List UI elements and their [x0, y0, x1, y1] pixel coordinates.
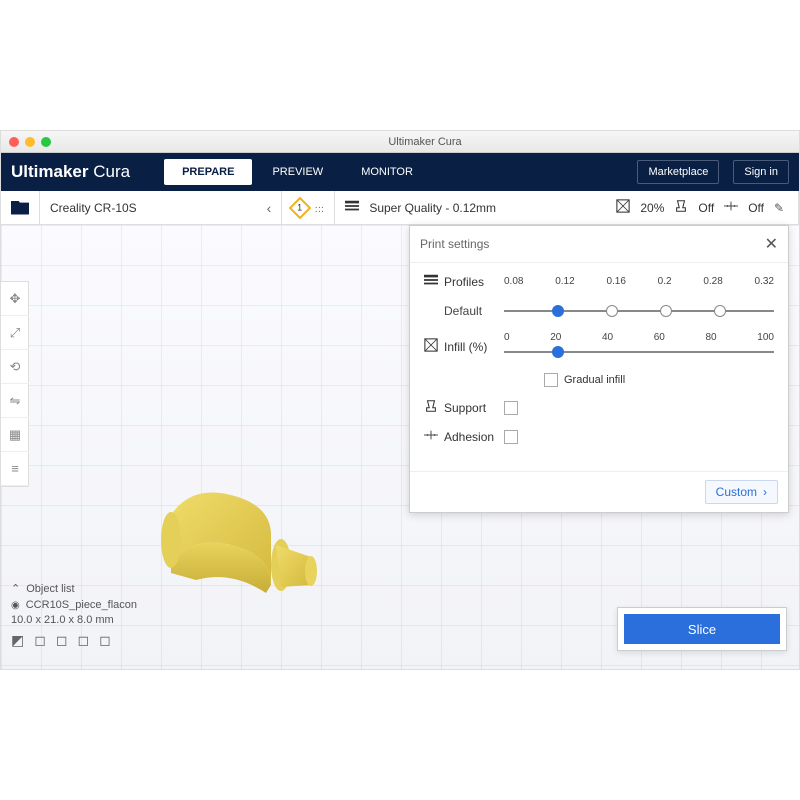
view-top-icon[interactable]: ◻ — [56, 632, 68, 649]
view-front-icon[interactable]: ◻ — [34, 632, 46, 649]
infill-icon — [424, 338, 438, 355]
object-item[interactable]: CCR10S_piece_flacon — [26, 599, 137, 611]
close-window-icon[interactable] — [9, 137, 19, 147]
printer-name: Creality CR-10S — [50, 201, 137, 215]
slice-panel: Slice — [617, 607, 787, 651]
printer-selector[interactable]: Creality CR-10S ‹ — [40, 191, 282, 224]
titlebar: Ultimaker Cura — [1, 131, 799, 153]
infill-slider[interactable] — [504, 343, 774, 361]
support-label: Support — [444, 401, 486, 415]
infill-ticks: 020406080100 — [504, 332, 774, 343]
scale-tool[interactable]: ⤢ — [1, 316, 29, 350]
toolbar: Creality CR-10S ‹ 1 …… Super Quality - 0… — [1, 191, 799, 225]
model-preview[interactable] — [141, 475, 341, 615]
view-orientation-buttons: ◩ ◻ ◻ ◻ ◻ — [11, 632, 137, 649]
move-tool[interactable]: ✥ — [1, 282, 29, 316]
traffic-lights — [9, 137, 51, 147]
default-label: Default — [424, 304, 494, 318]
edit-icon[interactable]: ✎ — [774, 201, 788, 215]
config-button[interactable]: 1 …… — [282, 191, 335, 224]
rotate-tool[interactable]: ⟲ — [1, 350, 29, 384]
adhesion-icon — [424, 428, 438, 445]
support-checkbox[interactable] — [504, 401, 518, 415]
view-3d-icon[interactable]: ◩ — [11, 632, 24, 649]
app-logo: Ultimaker Cura — [11, 162, 130, 182]
adhesion-value: Off — [748, 201, 764, 215]
adhesion-label: Adhesion — [444, 430, 494, 444]
panel-title: Print settings — [420, 237, 489, 251]
print-settings-panel: Print settings ✕ Profiles 0.080.120.160.… — [409, 225, 789, 513]
main-tabs: PREPARE PREVIEW MONITOR — [164, 159, 431, 185]
infill-label: Infill (%) — [444, 340, 487, 354]
profiles-label: Profiles — [444, 275, 484, 289]
object-list-header: Object list — [26, 583, 74, 595]
maximize-window-icon[interactable] — [41, 137, 51, 147]
per-model-tool[interactable]: ▦ — [1, 418, 29, 452]
gradual-infill-checkbox[interactable] — [544, 373, 558, 387]
layers-icon — [424, 273, 438, 290]
window-title: Ultimaker Cura — [59, 136, 791, 148]
eye-icon[interactable]: ◉ — [11, 600, 20, 611]
slice-button[interactable]: Slice — [624, 614, 780, 644]
support-value: Off — [698, 201, 714, 215]
signin-button[interactable]: Sign in — [733, 160, 789, 184]
tab-preview[interactable]: PREVIEW — [254, 159, 341, 185]
support-blocker-tool[interactable]: ≡ — [1, 452, 29, 486]
adhesion-icon — [724, 199, 738, 216]
chevron-right-icon: › — [763, 485, 767, 499]
object-list: ⌃ Object list ◉ CCR10S_piece_flacon 10.0 x… — [11, 582, 137, 649]
transform-tools: ✥ ⤢ ⟲ ⇋ ▦ ≡ — [1, 281, 29, 487]
topbar: Ultimaker Cura PREPARE PREVIEW MONITOR M… — [1, 153, 799, 191]
profile-ticks: 0.080.120.160.20.280.32 — [504, 276, 774, 287]
gradual-infill-label: Gradual infill — [564, 374, 625, 386]
quality-label: Super Quality - 0.12mm — [369, 201, 496, 215]
tab-monitor[interactable]: MONITOR — [343, 159, 431, 185]
infill-icon — [616, 199, 630, 216]
object-dims: 10.0 x 21.0 x 8.0 mm — [11, 614, 137, 626]
view-right-icon[interactable]: ◻ — [99, 632, 111, 649]
open-file-button[interactable] — [1, 191, 40, 224]
dots-icon: …… — [314, 204, 324, 212]
view-left-icon[interactable]: ◻ — [77, 632, 89, 649]
mirror-tool[interactable]: ⇋ — [1, 384, 29, 418]
custom-button[interactable]: Custom› — [705, 480, 778, 504]
close-icon[interactable]: ✕ — [765, 234, 778, 254]
app-window: Ultimaker Cura Ultimaker Cura PREPARE PR… — [0, 130, 800, 670]
minimize-window-icon[interactable] — [25, 137, 35, 147]
marketplace-button[interactable]: Marketplace — [637, 160, 719, 184]
infill-value: 20% — [640, 201, 664, 215]
folder-icon — [11, 201, 29, 215]
chevron-up-icon[interactable]: ⌃ — [11, 582, 20, 595]
config-badge-icon: 1 — [289, 196, 312, 219]
chevron-left-icon: ‹ — [267, 200, 272, 216]
adhesion-checkbox[interactable] — [504, 430, 518, 444]
profile-slider[interactable] — [504, 302, 774, 320]
tab-prepare[interactable]: PREPARE — [164, 159, 252, 185]
layers-icon — [345, 199, 359, 216]
quality-summary[interactable]: Super Quality - 0.12mm 20% Off Off ✎ — [335, 191, 799, 224]
support-icon — [424, 399, 438, 416]
support-icon — [674, 199, 688, 216]
